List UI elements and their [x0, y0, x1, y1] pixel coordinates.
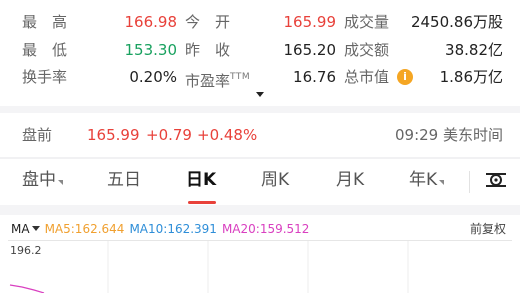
chart-plot-area: [9, 241, 409, 293]
turnover-rate-value: 0.20%: [129, 68, 177, 86]
volume-value: 2450.86万股: [410, 13, 503, 31]
quote-stats-panel: 最 高 166.98 今 开 165.99 成交量 2450.86万股 最 低 …: [0, 0, 520, 106]
tab-divider: [469, 171, 470, 193]
high-label: 最 高: [22, 13, 68, 31]
dropdown-triangle-icon: [58, 180, 63, 185]
premarket-change: +0.79: [146, 126, 192, 144]
prev-close-value: 165.20: [283, 41, 337, 59]
active-tab-indicator: [188, 201, 216, 204]
caret-down-icon[interactable]: [256, 92, 264, 97]
turnover-value: 38.82亿: [445, 41, 503, 59]
tab-daily-k[interactable]: 日K: [186, 170, 216, 190]
section-divider: [0, 106, 520, 113]
prev-close-label: 昨 收: [185, 41, 231, 59]
market-cap-value: 1.86万亿: [439, 68, 503, 86]
premarket-label: 盘前: [22, 126, 53, 144]
info-icon[interactable]: i: [397, 69, 413, 85]
ma-legend: MA MA5:162.644 MA10:162.391 MA20:159.512: [11, 222, 309, 236]
high-value: 166.98: [124, 13, 178, 31]
ma20-line: [9, 284, 45, 293]
y-axis-max-label: 196.2: [10, 244, 42, 257]
low-label: 最 低: [22, 41, 68, 59]
pe-label: 市盈率TTM: [185, 72, 251, 90]
tab-yearly-k[interactable]: 年K: [409, 170, 445, 190]
ma10-value: MA10:162.391: [129, 222, 217, 236]
dropdown-triangle-icon: [439, 180, 445, 185]
premarket-time: 09:29 美东时间: [395, 126, 503, 144]
pe-ttm-suffix: TTM: [230, 72, 251, 82]
dropdown-triangle-icon: [31, 226, 40, 231]
tab-weekly-k[interactable]: 周K: [261, 170, 289, 190]
indicator-selector[interactable]: MA: [11, 222, 40, 236]
premarket-price: 165.99: [87, 126, 140, 144]
settings-sliders-icon[interactable]: [484, 168, 508, 192]
low-value: 153.30: [124, 41, 178, 59]
tab-monthly-k[interactable]: 月K: [336, 170, 364, 190]
kline-chart[interactable]: MA MA5:162.644 MA10:162.391 MA20:159.512 前复…: [0, 215, 520, 293]
section-divider: [0, 205, 520, 215]
premarket-row: 盘前 165.99 +0.79 +0.48% 09:29 美东时间: [0, 113, 520, 157]
period-tabs: 盘中 五日 日K 周K 月K 年K: [0, 159, 520, 205]
volume-label: 成交量: [344, 13, 390, 31]
tab-five-day[interactable]: 五日: [107, 170, 141, 190]
tab-intraday[interactable]: 盘中: [22, 170, 63, 190]
open-label: 今 开: [185, 13, 231, 31]
ma5-value: MA5:162.644: [44, 222, 125, 236]
price-adjust-button[interactable]: 前复权: [470, 222, 506, 236]
turnover-rate-label: 换手率: [22, 68, 68, 86]
premarket-change-pct: +0.48%: [197, 126, 258, 144]
market-cap-label: 总市值: [344, 68, 390, 86]
turnover-label: 成交额: [344, 41, 390, 59]
ma20-value: MA20:159.512: [221, 222, 310, 236]
open-value: 165.99: [283, 13, 337, 31]
pe-value: 16.76: [293, 68, 336, 86]
